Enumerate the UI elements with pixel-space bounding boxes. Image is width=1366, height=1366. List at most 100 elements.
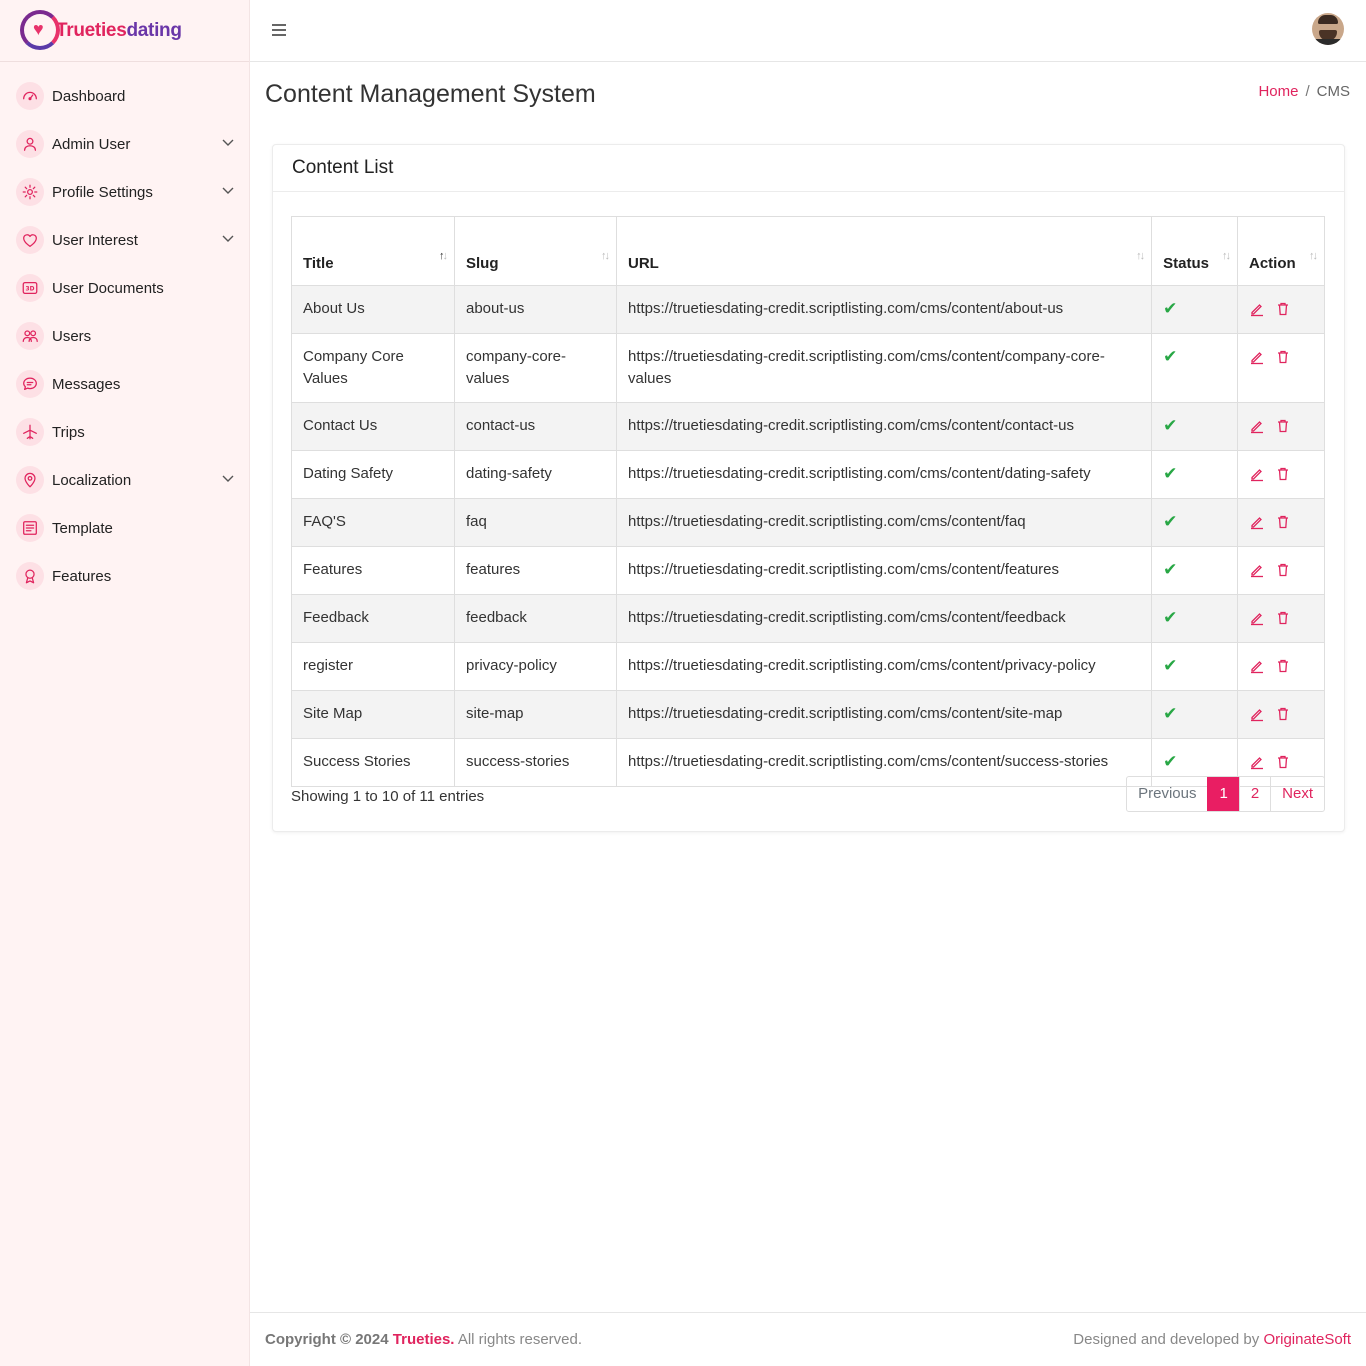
sidebar-item-label: Users [52, 327, 92, 345]
sort-icon: ↑↓ [1221, 250, 1231, 262]
column-header-url[interactable]: URL ↑↓ [615, 216, 1153, 286]
edit-icon[interactable] [1249, 658, 1265, 674]
sidebar-item-messages[interactable]: Messages [0, 360, 249, 408]
developer-link[interactable]: OriginateSoft [1263, 1331, 1351, 1348]
sidebar-item-trips[interactable]: Trips [0, 408, 249, 456]
cell-url: https://truetiesdating-credit.scriptlist… [615, 285, 1153, 334]
edit-icon[interactable] [1249, 562, 1265, 578]
breadcrumb: Home / CMS [1258, 83, 1350, 100]
cell-title: Feedback [291, 594, 455, 643]
edit-icon[interactable] [1249, 754, 1265, 770]
sort-icon: ↑↓ [600, 250, 610, 262]
cell-slug: faq [453, 498, 617, 547]
cell-url: https://truetiesdating-credit.scriptlist… [615, 333, 1153, 403]
table-row: FAQ'S faq https://truetiesdating-credit.sc… [291, 498, 1326, 547]
edit-icon[interactable] [1249, 610, 1265, 626]
users-icon [16, 322, 44, 350]
edit-icon[interactable] [1249, 418, 1265, 434]
cell-status: ✔ [1151, 402, 1238, 451]
hamburger-menu-icon[interactable] [272, 24, 286, 38]
edit-icon[interactable] [1249, 349, 1265, 365]
table-row: Feedback feedback https://truetiesdating-c… [291, 594, 1326, 643]
column-header-title[interactable]: Title ↑↓ [291, 216, 455, 286]
cell-title: Contact Us [291, 402, 455, 451]
cell-title: FAQ'S [291, 498, 455, 547]
content-table: Title ↑↓ Slug ↑↓ URL ↑↓ Status ↑↓ Action ↑↓ A… [291, 216, 1326, 787]
page-title: Content Management System [265, 80, 596, 108]
content-list-card: Content List Title ↑↓ Slug ↑↓ URL ↑↓ Status… [272, 144, 1345, 832]
plane-icon [16, 418, 44, 446]
delete-icon[interactable] [1275, 466, 1291, 482]
cell-status: ✔ [1151, 690, 1238, 739]
pagination-page-1[interactable]: 1 [1207, 777, 1239, 811]
cell-url: https://truetiesdating-credit.scriptlist… [615, 498, 1153, 547]
sidebar-item-label: Admin User [52, 135, 131, 153]
pagination-page-2[interactable]: 2 [1238, 777, 1270, 811]
user-avatar[interactable] [1312, 13, 1344, 45]
delete-icon[interactable] [1275, 349, 1291, 365]
column-header-status[interactable]: Status ↑↓ [1151, 216, 1238, 286]
breadcrumb-home-link[interactable]: Home [1258, 83, 1298, 100]
cell-url: https://truetiesdating-credit.scriptlist… [615, 594, 1153, 643]
edit-icon[interactable] [1249, 301, 1265, 317]
cell-action [1236, 285, 1326, 334]
sidebar-item-users[interactable]: Users [0, 312, 249, 360]
location-pin-icon [16, 466, 44, 494]
cell-url: https://truetiesdating-credit.scriptlist… [615, 402, 1153, 451]
card-title: Content List [292, 157, 394, 178]
footer-brand-link[interactable]: Trueties. [393, 1331, 455, 1348]
edit-icon[interactable] [1249, 514, 1265, 530]
topbar [250, 0, 1366, 62]
cell-status: ✔ [1151, 498, 1238, 547]
column-header-slug[interactable]: Slug ↑↓ [453, 216, 617, 286]
delete-icon[interactable] [1275, 562, 1291, 578]
cell-url: https://truetiesdating-credit.scriptlist… [615, 546, 1153, 595]
sort-asc-icon: ↑↓ [438, 250, 448, 262]
delete-icon[interactable] [1275, 301, 1291, 317]
brand-logo[interactable]: ♥ Truetiesdating [0, 0, 249, 62]
cell-action [1236, 642, 1326, 691]
cell-slug: privacy-policy [453, 642, 617, 691]
pagination-previous[interactable]: Previous [1127, 777, 1207, 811]
cell-status: ✔ [1151, 546, 1238, 595]
sidebar-item-label: Localization [52, 471, 132, 489]
sidebar-item-user-documents[interactable]: 3D User Documents [0, 264, 249, 312]
sidebar-item-label: User Interest [52, 231, 138, 249]
cell-action [1236, 450, 1326, 499]
sidebar-nav: Dashboard Admin User Profile Settings User … [0, 62, 249, 600]
footer-credits: Designed and developed by OriginateSoft [1073, 1331, 1351, 1348]
cell-status: ✔ [1151, 333, 1238, 403]
delete-icon[interactable] [1275, 514, 1291, 530]
sidebar-item-label: Dashboard [52, 87, 126, 105]
sidebar-item-user-interest[interactable]: User Interest [0, 216, 249, 264]
delete-icon[interactable] [1275, 610, 1291, 626]
column-header-action[interactable]: Action ↑↓ [1236, 216, 1326, 286]
cell-title: Dating Safety [291, 450, 455, 499]
delete-icon[interactable] [1275, 706, 1291, 722]
footer-copyright: Copyright © 2024 Trueties. All rights re… [265, 1331, 583, 1348]
delete-icon[interactable] [1275, 418, 1291, 434]
pagination-next[interactable]: Next [1270, 777, 1324, 811]
sidebar-item-label: Features [52, 567, 112, 585]
cell-slug: about-us [453, 285, 617, 334]
delete-icon[interactable] [1275, 754, 1291, 770]
cell-title: Success Stories [291, 738, 455, 787]
sidebar-item-dashboard[interactable]: Dashboard [0, 72, 249, 120]
delete-icon[interactable] [1275, 658, 1291, 674]
sidebar-item-template[interactable]: Template [0, 504, 249, 552]
sidebar-item-label: Messages [52, 375, 121, 393]
sidebar-item-profile-settings[interactable]: Profile Settings [0, 168, 249, 216]
chevron-down-icon [221, 231, 235, 250]
sidebar-item-features[interactable]: Features [0, 552, 249, 600]
table-row: About Us about-us https://truetiesdating-c… [291, 285, 1326, 334]
edit-icon[interactable] [1249, 466, 1265, 482]
chevron-down-icon [221, 135, 235, 154]
status-active-check-icon: ✔ [1163, 416, 1178, 435]
table-header-row: Title ↑↓ Slug ↑↓ URL ↑↓ Status ↑↓ Action ↑↓ [291, 216, 1326, 286]
sidebar-item-admin-user[interactable]: Admin User [0, 120, 249, 168]
table-row: Contact Us contact-us https://truetiesdati… [291, 402, 1326, 451]
svg-text:3D: 3D [26, 287, 35, 293]
sidebar-item-localization[interactable]: Localization [0, 456, 249, 504]
status-active-check-icon: ✔ [1163, 512, 1178, 531]
edit-icon[interactable] [1249, 706, 1265, 722]
